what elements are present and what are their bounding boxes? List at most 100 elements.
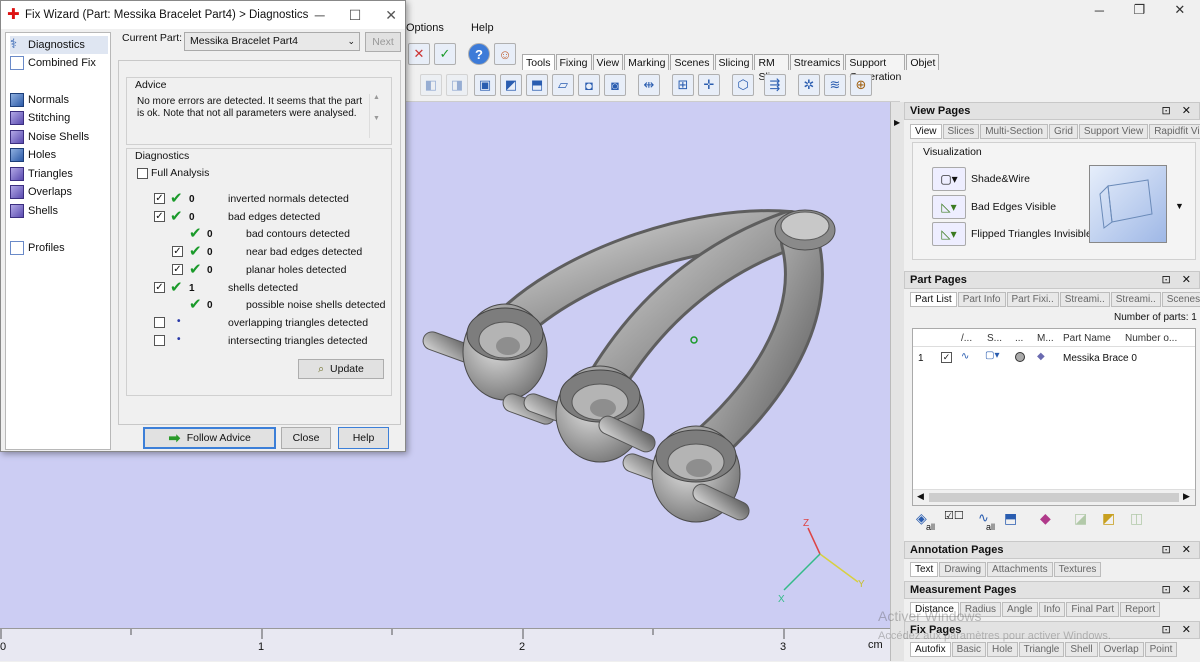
tab-marking[interactable]: Marking bbox=[624, 54, 670, 70]
minimize-icon[interactable]: ─ bbox=[315, 1, 325, 29]
measure-icon[interactable]: ⊞ bbox=[672, 74, 694, 96]
panel-splitter[interactable]: ▶ bbox=[890, 102, 904, 661]
frame-2-icon[interactable]: ◙ bbox=[604, 74, 626, 96]
export-part-icon[interactable]: ◫ bbox=[1130, 510, 1143, 527]
row-visible-checkbox[interactable]: ✓ bbox=[941, 352, 952, 363]
update-button[interactable]: ⌕ Update bbox=[298, 359, 384, 379]
panel-controls[interactable]: ⊡ ✕ bbox=[1162, 103, 1196, 119]
current-part-select[interactable]: Messika Bracelet Part4 ⌄ bbox=[184, 32, 360, 51]
diag-checkbox[interactable]: ✓ bbox=[154, 282, 165, 293]
help-button[interactable]: Help bbox=[338, 427, 389, 449]
tab-grid[interactable]: Grid bbox=[1049, 124, 1078, 139]
advice-scrollbar[interactable]: ▲ ▼ bbox=[369, 94, 383, 138]
box-icon[interactable]: ⬡ bbox=[732, 74, 754, 96]
nav-item-diagnostics[interactable]: ⚕ Diagnostics bbox=[10, 36, 108, 54]
tab-slicing[interactable]: Slicing bbox=[714, 54, 754, 70]
tab-scenes[interactable]: Scenes bbox=[670, 54, 714, 70]
table-row[interactable]: 1 ✓ ∿ ▢▾ ◆ Messika Brace 0 bbox=[913, 349, 1195, 367]
tab-objet[interactable]: Objet bbox=[906, 54, 940, 70]
attach-icon[interactable]: ◪ bbox=[1074, 510, 1087, 527]
shading-all-icon[interactable]: ⬒ bbox=[1004, 510, 1017, 527]
tool-b-icon[interactable]: ◨ bbox=[446, 74, 468, 96]
tab-part-list[interactable]: Part List bbox=[910, 292, 957, 307]
next-button[interactable]: Next bbox=[365, 32, 401, 52]
diag-checkbox[interactable]: ✓ bbox=[154, 211, 165, 222]
bad-edges-icon[interactable]: ◺▾ bbox=[932, 195, 966, 219]
scroll-left-icon[interactable]: ◀ bbox=[917, 491, 924, 502]
tab-autofix[interactable]: Autofix bbox=[910, 642, 951, 657]
full-analysis-checkbox[interactable] bbox=[137, 168, 148, 179]
nav-item-combined-fix[interactable]: Combined Fix bbox=[10, 54, 108, 72]
col-header[interactable]: Part Name bbox=[1063, 333, 1111, 344]
diag-checkbox[interactable]: ✓ bbox=[172, 264, 183, 275]
tab-drawing[interactable]: Drawing bbox=[939, 562, 987, 577]
axis-icon[interactable]: ✛ bbox=[698, 74, 720, 96]
scroll-right-icon[interactable]: ▶ bbox=[1183, 491, 1190, 502]
tab-support-view[interactable]: Support View bbox=[1078, 124, 1149, 139]
col-header[interactable]: S... bbox=[987, 333, 1002, 344]
nav-item-holes[interactable]: Holes bbox=[10, 146, 108, 164]
tab-scenes[interactable]: Scenes bbox=[1161, 292, 1200, 307]
tab-attachments[interactable]: Attachments bbox=[987, 562, 1053, 577]
close-button[interactable]: Close bbox=[281, 427, 331, 449]
view-cube-dropdown-icon[interactable]: ▼ bbox=[1175, 201, 1184, 211]
nav-item-noise-shells[interactable]: Noise Shells bbox=[10, 128, 108, 146]
frame-icon[interactable]: ◘ bbox=[578, 74, 600, 96]
tab-view[interactable]: View bbox=[910, 124, 942, 139]
tab-shell[interactable]: Shell bbox=[1065, 642, 1098, 657]
tab-streamics-1[interactable]: Streami.. bbox=[1059, 292, 1110, 307]
tab-rm-slicer[interactable]: RM Slicer bbox=[754, 54, 789, 83]
pack-icon[interactable]: ⊕ bbox=[850, 74, 872, 96]
nav-item-normals[interactable]: Normals bbox=[10, 91, 108, 109]
label-icon[interactable]: ◩ bbox=[1102, 510, 1115, 527]
colors-icon[interactable]: ◆ bbox=[1040, 510, 1051, 527]
nav-item-stitching[interactable]: Stitching bbox=[10, 109, 108, 127]
col-header[interactable]: /... bbox=[961, 333, 972, 344]
plane-icon[interactable]: ▱ bbox=[552, 74, 574, 96]
close-icon[interactable]: ✕ bbox=[385, 1, 397, 29]
restore-icon[interactable]: ❐ bbox=[1133, 2, 1145, 18]
nav-item-profiles[interactable]: Profiles bbox=[10, 239, 108, 257]
delete-tool-icon[interactable]: ✕ bbox=[408, 43, 430, 65]
diag-checkbox[interactable] bbox=[154, 317, 165, 328]
horizontal-scrollbar[interactable]: ◀ ▶ bbox=[913, 489, 1195, 505]
nav-item-shells[interactable]: Shells bbox=[10, 202, 108, 220]
stack-icon[interactable]: ≋ bbox=[824, 74, 846, 96]
tab-text[interactable]: Text bbox=[910, 562, 939, 577]
cube-cut-icon[interactable]: ◩ bbox=[500, 74, 522, 96]
view-cube[interactable] bbox=[1089, 165, 1167, 243]
tab-overlap[interactable]: Overlap bbox=[1098, 642, 1144, 657]
tab-report[interactable]: Report bbox=[1120, 602, 1161, 617]
tab-info[interactable]: Info bbox=[1038, 602, 1066, 617]
col-header[interactable]: Number o... bbox=[1125, 333, 1177, 344]
panel-controls[interactable]: ⊡ ✕ bbox=[1162, 542, 1196, 558]
tab-basic[interactable]: Basic bbox=[951, 642, 987, 657]
tab-multi-section[interactable]: Multi-Section bbox=[980, 124, 1048, 139]
tab-textures[interactable]: Textures bbox=[1053, 562, 1102, 577]
tab-rapidfit-view[interactable]: Rapidfit View bbox=[1149, 124, 1200, 139]
cube-up-icon[interactable]: ⬒ bbox=[526, 74, 548, 96]
help-icon[interactable]: ? bbox=[468, 43, 490, 65]
follow-advice-button[interactable]: ➡ Follow Advice bbox=[143, 427, 276, 449]
collapse-arrow-icon[interactable]: ▶ bbox=[894, 118, 900, 127]
part-list-table[interactable]: /... S... ... M... Part Name Number o...… bbox=[912, 328, 1196, 506]
maximize-icon[interactable]: ☐ bbox=[349, 1, 362, 29]
panel-controls[interactable]: ⊡ ✕ bbox=[1162, 622, 1196, 638]
tab-angle[interactable]: Angle bbox=[1002, 602, 1038, 617]
export-icon[interactable]: ⇶ bbox=[764, 74, 786, 96]
nav-item-triangles[interactable]: Triangles bbox=[10, 165, 108, 183]
diag-checkbox[interactable]: ✓ bbox=[154, 193, 165, 204]
close-icon[interactable]: ✕ bbox=[1174, 2, 1185, 18]
panel-controls[interactable]: ⊡ ✕ bbox=[1162, 582, 1196, 598]
diag-checkbox[interactable]: ✓ bbox=[172, 246, 183, 257]
menu-help[interactable]: Help bbox=[471, 22, 494, 34]
split-icon[interactable]: ⇹ bbox=[638, 74, 660, 96]
minimize-icon[interactable]: ─ bbox=[1095, 3, 1104, 18]
flipped-triangles-icon[interactable]: ◺▾ bbox=[932, 222, 966, 246]
color-icon[interactable] bbox=[1015, 352, 1025, 362]
cube-tool-icon[interactable]: ▣ bbox=[474, 74, 496, 96]
wizard-icon[interactable]: ☺ bbox=[494, 43, 516, 65]
tab-fixing[interactable]: Fixing bbox=[555, 54, 592, 70]
gear-icon[interactable]: ✲ bbox=[798, 74, 820, 96]
col-header[interactable]: ... bbox=[1015, 333, 1023, 344]
